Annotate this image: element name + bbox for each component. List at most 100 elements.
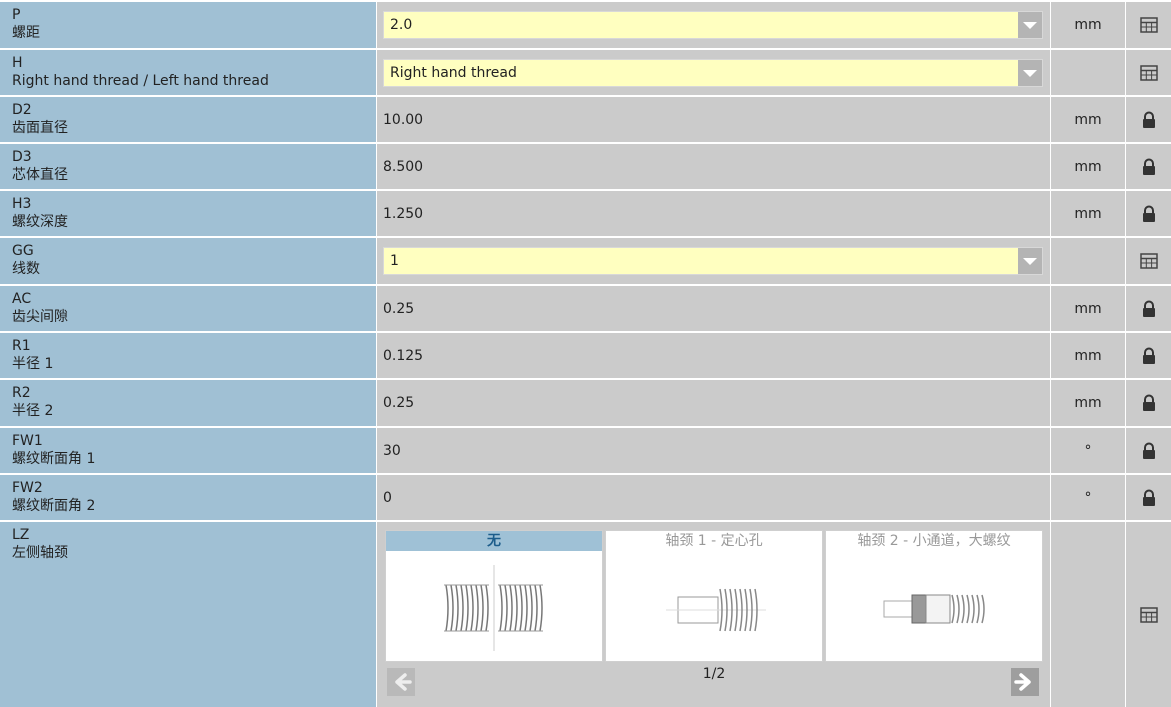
parameter-grid: P 螺距 2.0 mm H Right hand thread / Left hand t… bbox=[0, 0, 1171, 707]
param-row-d3: D3 芯体直径 8.500 mm bbox=[0, 142, 1171, 189]
table-icon[interactable] bbox=[1139, 16, 1158, 34]
param-value: 0.125 bbox=[383, 347, 424, 364]
param-row-p: P 螺距 2.0 mm bbox=[0, 0, 1171, 48]
param-label: R2 半径 2 bbox=[0, 380, 377, 426]
param-select-value: 1 bbox=[390, 253, 399, 269]
lock-icon[interactable] bbox=[1140, 300, 1158, 318]
param-value-cell: 30 bbox=[377, 428, 1051, 473]
param-unit-cell: mm bbox=[1051, 380, 1126, 426]
param-value-cell: 8.500 bbox=[377, 144, 1051, 189]
lock-icon[interactable] bbox=[1140, 111, 1158, 129]
param-select[interactable]: 2.0 bbox=[383, 11, 1043, 39]
param-value: 30 bbox=[383, 442, 401, 459]
arrow-right-icon[interactable] bbox=[1011, 668, 1039, 696]
param-row-lz: LZ 左侧轴颈 无 轴颈 1 - 定心孔 轴颈 2 - 小通道，大螺纹 1/2 bbox=[0, 520, 1171, 707]
param-unit-cell: mm bbox=[1051, 333, 1126, 378]
lz-option-label: 轴颈 1 - 定心孔 bbox=[665, 533, 763, 549]
param-action-cell[interactable] bbox=[1126, 238, 1171, 284]
param-description: 左侧轴颈 bbox=[12, 545, 68, 561]
param-select-value: 2.0 bbox=[390, 17, 413, 33]
param-unit-cell: mm bbox=[1051, 97, 1126, 142]
param-action-cell[interactable] bbox=[1126, 428, 1171, 473]
lz-option-card[interactable]: 轴颈 2 - 小通道，大螺纹 bbox=[825, 530, 1043, 662]
param-unit-cell: ° bbox=[1051, 475, 1126, 520]
param-label: D3 芯体直径 bbox=[0, 144, 377, 189]
param-action-cell[interactable] bbox=[1126, 50, 1171, 95]
param-label: LZ 左侧轴颈 bbox=[0, 522, 377, 707]
chevron-down-icon[interactable] bbox=[1018, 248, 1042, 274]
param-unit-cell: mm bbox=[1051, 286, 1126, 331]
param-value-cell: 0.25 bbox=[377, 380, 1051, 426]
param-description: 半径 1 bbox=[12, 356, 54, 372]
param-code: D3 bbox=[12, 149, 32, 165]
lz-gallery: 无 轴颈 1 - 定心孔 轴颈 2 - 小通道，大螺纹 bbox=[385, 530, 1043, 662]
lock-icon[interactable] bbox=[1140, 205, 1158, 223]
param-action-cell[interactable] bbox=[1126, 380, 1171, 426]
param-row-h3: H3 螺纹深度 1.250 mm bbox=[0, 189, 1171, 236]
param-unit: mm bbox=[1074, 205, 1102, 222]
param-action-cell[interactable] bbox=[1126, 191, 1171, 236]
param-action-cell[interactable] bbox=[1126, 144, 1171, 189]
param-unit: mm bbox=[1074, 395, 1102, 411]
param-code: R1 bbox=[12, 338, 31, 354]
param-code: AC bbox=[12, 291, 32, 307]
param-row-h: H Right hand thread / Left hand thread Rig… bbox=[0, 48, 1171, 95]
chevron-down-icon[interactable] bbox=[1018, 12, 1042, 38]
lz-option-card[interactable]: 轴颈 1 - 定心孔 bbox=[605, 530, 823, 662]
param-code: GG bbox=[12, 243, 34, 259]
param-code: FW2 bbox=[12, 480, 43, 496]
param-action-cell[interactable] bbox=[1126, 97, 1171, 142]
lock-icon[interactable] bbox=[1140, 442, 1158, 460]
param-action-cell[interactable] bbox=[1126, 2, 1171, 48]
param-code: H bbox=[12, 55, 23, 71]
param-value: 0.25 bbox=[383, 300, 415, 317]
param-code: D2 bbox=[12, 102, 32, 118]
param-unit-cell: mm bbox=[1051, 191, 1126, 236]
param-description: 螺纹断面角 1 bbox=[12, 451, 96, 467]
lock-icon[interactable] bbox=[1140, 347, 1158, 365]
param-unit-cell bbox=[1051, 522, 1126, 707]
param-code: P bbox=[12, 7, 21, 23]
param-select[interactable]: 1 bbox=[383, 247, 1043, 275]
param-description: Right hand thread / Left hand thread bbox=[12, 73, 269, 89]
param-action-cell[interactable] bbox=[1126, 286, 1171, 331]
lz-option-label: 无 bbox=[386, 531, 602, 551]
thread-none-thumbnail bbox=[444, 565, 543, 651]
param-value: 8.500 bbox=[383, 158, 424, 175]
thread-journal-2-thumbnail bbox=[883, 594, 985, 624]
param-action-cell[interactable] bbox=[1126, 522, 1171, 707]
lz-gallery-cell: 无 轴颈 1 - 定心孔 轴颈 2 - 小通道，大螺纹 1/2 bbox=[377, 522, 1051, 707]
param-action-cell[interactable] bbox=[1126, 333, 1171, 378]
param-label: R1 半径 1 bbox=[0, 333, 377, 378]
lock-icon[interactable] bbox=[1140, 158, 1158, 176]
lz-option-card[interactable]: 无 bbox=[385, 530, 603, 662]
param-description: 齿尖间隙 bbox=[12, 309, 68, 325]
param-label: FW2 螺纹断面角 2 bbox=[0, 475, 377, 520]
param-unit: mm bbox=[1074, 158, 1102, 175]
param-value-cell: 2.0 bbox=[377, 2, 1051, 48]
param-row-fw1: FW1 螺纹断面角 1 30 ° bbox=[0, 426, 1171, 473]
param-value-cell: Right hand thread bbox=[377, 50, 1051, 95]
param-description: 螺距 bbox=[12, 25, 40, 41]
table-icon[interactable] bbox=[1139, 252, 1158, 270]
param-row-fw2: FW2 螺纹断面角 2 0 ° bbox=[0, 473, 1171, 520]
param-description: 芯体直径 bbox=[12, 167, 68, 183]
param-unit: ° bbox=[1084, 442, 1092, 459]
param-unit-cell: mm bbox=[1051, 144, 1126, 189]
param-unit: mm bbox=[1074, 300, 1102, 317]
chevron-down-icon[interactable] bbox=[1018, 59, 1042, 86]
lock-icon[interactable] bbox=[1140, 394, 1158, 412]
param-unit: ° bbox=[1084, 489, 1092, 506]
param-value-cell: 0.125 bbox=[377, 333, 1051, 378]
lock-icon[interactable] bbox=[1140, 489, 1158, 507]
param-value-cell: 1 bbox=[377, 238, 1051, 284]
param-row-d2: D2 齿面直径 10.00 mm bbox=[0, 95, 1171, 142]
param-select[interactable]: Right hand thread bbox=[383, 58, 1043, 87]
lz-option-label: 轴颈 2 - 小通道，大螺纹 bbox=[857, 533, 1011, 549]
param-description: 齿面直径 bbox=[12, 120, 68, 136]
param-value-cell: 10.00 bbox=[377, 97, 1051, 142]
table-icon[interactable] bbox=[1139, 606, 1158, 624]
param-row-gg: GG 线数 1 bbox=[0, 236, 1171, 284]
param-action-cell[interactable] bbox=[1126, 475, 1171, 520]
table-icon[interactable] bbox=[1139, 64, 1158, 82]
